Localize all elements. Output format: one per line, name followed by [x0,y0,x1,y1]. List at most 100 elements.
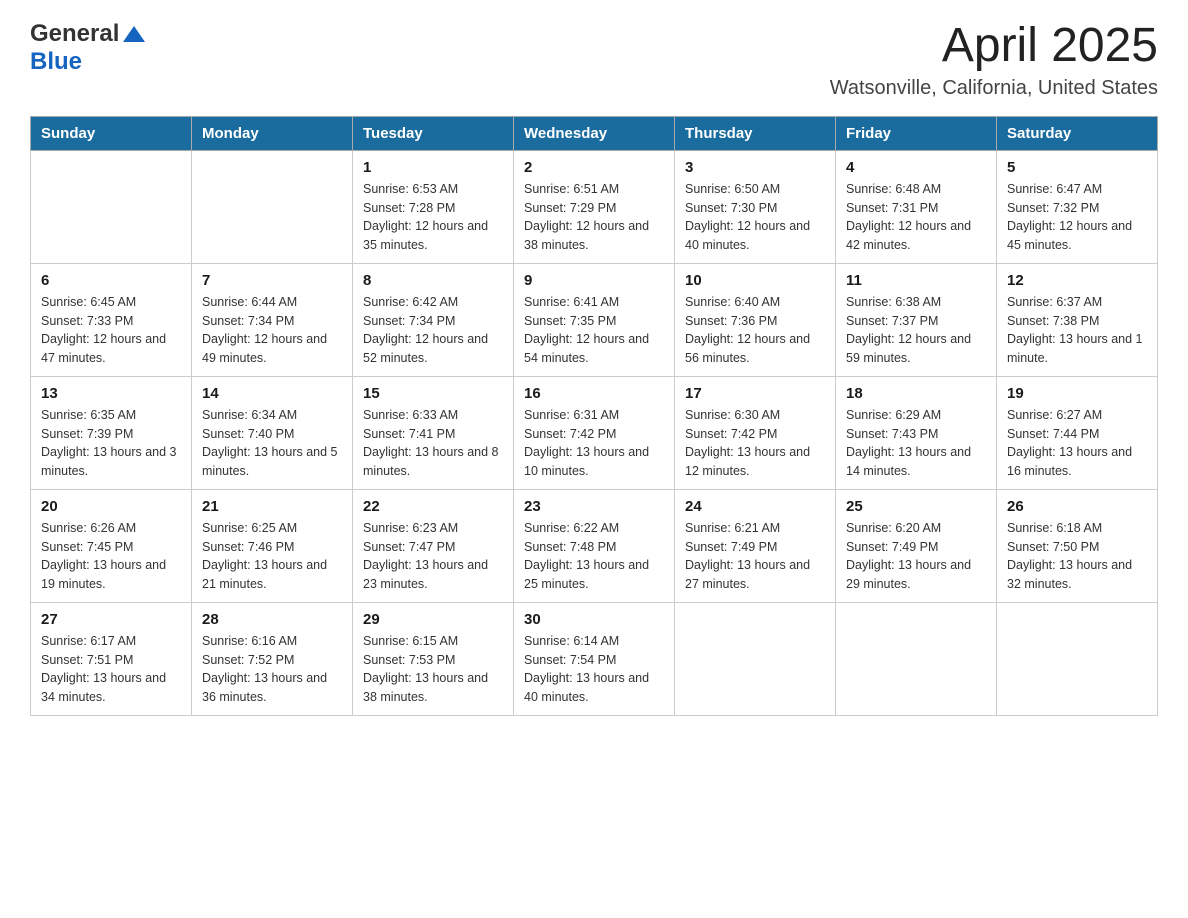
day-info: Sunrise: 6:25 AMSunset: 7:46 PMDaylight:… [202,519,342,594]
page-header: General Blue April 2025 Watsonville, Cal… [30,20,1158,100]
calendar-cell: 15 Sunrise: 6:33 AMSunset: 7:41 PMDayligh… [353,376,514,489]
day-number: 21 [202,498,342,515]
calendar-cell: 30Sunrise: 6:14 AMSunset: 7:54 PMDayligh… [514,602,675,715]
day-number: 20 [41,498,181,515]
col-wednesday: Wednesday [514,116,675,150]
day-info: Sunrise: 6:26 AMSunset: 7:45 PMDaylight:… [41,519,181,594]
col-sunday: Sunday [31,116,192,150]
day-info: Sunrise: 6:27 AMSunset: 7:44 PMDaylight:… [1007,406,1147,481]
day-info: Sunrise: 6:30 AMSunset: 7:42 PMDaylight:… [685,406,825,481]
day-number: 19 [1007,385,1147,402]
day-info: Sunrise: 6:38 AMSunset: 7:37 PMDaylight:… [846,293,986,368]
calendar-cell: 7 Sunrise: 6:44 AMSunset: 7:34 PMDaylight… [192,263,353,376]
day-number: 25 [846,498,986,515]
day-info: Sunrise: 6:37 AMSunset: 7:38 PMDaylight:… [1007,293,1147,368]
logo: General Blue [30,20,146,76]
week-row-2: 6 Sunrise: 6:45 AMSunset: 7:33 PMDaylight… [31,263,1158,376]
day-number: 10 [685,272,825,289]
day-number: 4 [846,159,986,176]
calendar-cell: 9 Sunrise: 6:41 AMSunset: 7:35 PMDaylight… [514,263,675,376]
day-info: Sunrise: 6:21 AMSunset: 7:49 PMDaylight:… [685,519,825,594]
day-number: 29 [363,611,503,628]
day-number: 9 [524,272,664,289]
day-number: 16 [524,385,664,402]
day-number: 27 [41,611,181,628]
day-number: 8 [363,272,503,289]
week-row-4: 20 Sunrise: 6:26 AMSunset: 7:45 PMDayligh… [31,489,1158,602]
week-row-1: 1 Sunrise: 6:53 AMSunset: 7:28 PMDaylight… [31,150,1158,263]
day-number: 23 [524,498,664,515]
day-number: 11 [846,272,986,289]
day-number: 2 [524,159,664,176]
calendar-cell [675,602,836,715]
calendar-cell: 22 Sunrise: 6:23 AMSunset: 7:47 PMDayligh… [353,489,514,602]
week-row-3: 13 Sunrise: 6:35 AMSunset: 7:39 PMDayligh… [31,376,1158,489]
calendar-cell: 26Sunrise: 6:18 AMSunset: 7:50 PMDayligh… [997,489,1158,602]
day-info: Sunrise: 6:51 AMSunset: 7:29 PMDaylight:… [524,180,664,255]
day-info: Sunrise: 6:14 AMSunset: 7:54 PMDaylight:… [524,632,664,707]
day-number: 1 [363,159,503,176]
title-block: April 2025 Watsonville, California, Unit… [830,20,1158,100]
day-info: Sunrise: 6:53 AMSunset: 7:28 PMDaylight:… [363,180,503,255]
calendar-cell: 20 Sunrise: 6:26 AMSunset: 7:45 PMDayligh… [31,489,192,602]
month-title: April 2025 [830,20,1158,73]
calendar-cell [836,602,997,715]
calendar-cell: 14Sunrise: 6:34 AMSunset: 7:40 PMDayligh… [192,376,353,489]
day-info: Sunrise: 6:41 AMSunset: 7:35 PMDaylight:… [524,293,664,368]
calendar-cell: 11 Sunrise: 6:38 AMSunset: 7:37 PMDayligh… [836,263,997,376]
day-info: Sunrise: 6:17 AMSunset: 7:51 PMDaylight:… [41,632,181,707]
calendar-cell: 10 Sunrise: 6:40 AMSunset: 7:36 PMDayligh… [675,263,836,376]
col-saturday: Saturday [997,116,1158,150]
calendar-cell: 3Sunrise: 6:50 AMSunset: 7:30 PMDaylight… [675,150,836,263]
day-number: 22 [363,498,503,515]
day-number: 14 [202,385,342,402]
day-info: Sunrise: 6:23 AMSunset: 7:47 PMDaylight:… [363,519,503,594]
calendar-cell: 29 Sunrise: 6:15 AMSunset: 7:53 PMDayligh… [353,602,514,715]
day-info: Sunrise: 6:45 AMSunset: 7:33 PMDaylight:… [41,293,181,368]
week-row-5: 27 Sunrise: 6:17 AMSunset: 7:51 PMDayligh… [31,602,1158,715]
day-info: Sunrise: 6:40 AMSunset: 7:36 PMDaylight:… [685,293,825,368]
col-thursday: Thursday [675,116,836,150]
col-friday: Friday [836,116,997,150]
day-info: Sunrise: 6:22 AMSunset: 7:48 PMDaylight:… [524,519,664,594]
day-info: Sunrise: 6:20 AMSunset: 7:49 PMDaylight:… [846,519,986,594]
location-title: Watsonville, California, United States [830,77,1158,100]
calendar-cell: 6 Sunrise: 6:45 AMSunset: 7:33 PMDaylight… [31,263,192,376]
calendar-cell: 25 Sunrise: 6:20 AMSunset: 7:49 PMDayligh… [836,489,997,602]
day-number: 7 [202,272,342,289]
col-tuesday: Tuesday [353,116,514,150]
day-number: 24 [685,498,825,515]
day-info: Sunrise: 6:16 AMSunset: 7:52 PMDaylight:… [202,632,342,707]
calendar-cell: 23 Sunrise: 6:22 AMSunset: 7:48 PMDayligh… [514,489,675,602]
header-row: Sunday Monday Tuesday Wednesday Thursday… [31,116,1158,150]
day-number: 5 [1007,159,1147,176]
calendar-cell: 18Sunrise: 6:29 AMSunset: 7:43 PMDayligh… [836,376,997,489]
calendar-cell: 19 Sunrise: 6:27 AMSunset: 7:44 PMDayligh… [997,376,1158,489]
calendar-cell: 27 Sunrise: 6:17 AMSunset: 7:51 PMDayligh… [31,602,192,715]
calendar-cell: 21 Sunrise: 6:25 AMSunset: 7:46 PMDayligh… [192,489,353,602]
col-monday: Monday [192,116,353,150]
calendar-table: Sunday Monday Tuesday Wednesday Thursday… [30,116,1158,716]
day-info: Sunrise: 6:42 AMSunset: 7:34 PMDaylight:… [363,293,503,368]
logo-blue-text: Blue [30,48,82,76]
logo-triangle-icon [122,24,146,44]
calendar-cell [192,150,353,263]
logo-top-row: General [30,20,146,48]
day-info: Sunrise: 6:35 AMSunset: 7:39 PMDaylight:… [41,406,181,481]
day-number: 17 [685,385,825,402]
day-info: Sunrise: 6:47 AMSunset: 7:32 PMDaylight:… [1007,180,1147,255]
calendar-body: 1 Sunrise: 6:53 AMSunset: 7:28 PMDaylight… [31,150,1158,715]
calendar-cell: 13 Sunrise: 6:35 AMSunset: 7:39 PMDayligh… [31,376,192,489]
calendar-cell: 16Sunrise: 6:31 AMSunset: 7:42 PMDayligh… [514,376,675,489]
day-info: Sunrise: 6:44 AMSunset: 7:34 PMDaylight:… [202,293,342,368]
day-info: Sunrise: 6:29 AMSunset: 7:43 PMDaylight:… [846,406,986,481]
day-number: 28 [202,611,342,628]
day-number: 6 [41,272,181,289]
day-number: 13 [41,385,181,402]
day-info: Sunrise: 6:33 AMSunset: 7:41 PMDaylight:… [363,406,503,481]
day-number: 15 [363,385,503,402]
day-info: Sunrise: 6:48 AMSunset: 7:31 PMDaylight:… [846,180,986,255]
calendar-cell: 1 Sunrise: 6:53 AMSunset: 7:28 PMDaylight… [353,150,514,263]
day-info: Sunrise: 6:15 AMSunset: 7:53 PMDaylight:… [363,632,503,707]
calendar-cell [997,602,1158,715]
